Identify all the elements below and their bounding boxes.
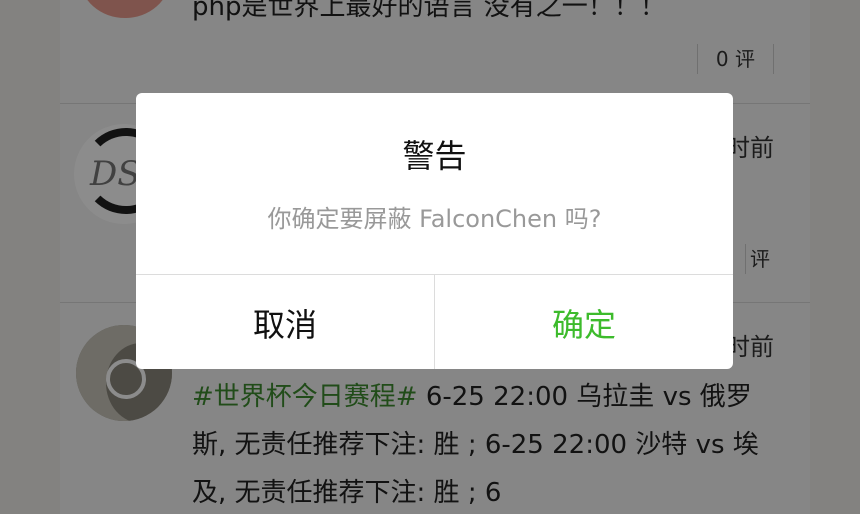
dialog-actions: 取消 确定 [136, 274, 733, 369]
cancel-button[interactable]: 取消 [136, 275, 435, 369]
confirm-button[interactable]: 确定 [435, 275, 733, 369]
dialog-message: 你确定要屏蔽 FalconChen 吗? [267, 205, 602, 233]
alert-dialog: 警告 你确定要屏蔽 FalconChen 吗? 取消 确定 [136, 93, 733, 369]
dialog-title: 警告 [402, 137, 467, 175]
